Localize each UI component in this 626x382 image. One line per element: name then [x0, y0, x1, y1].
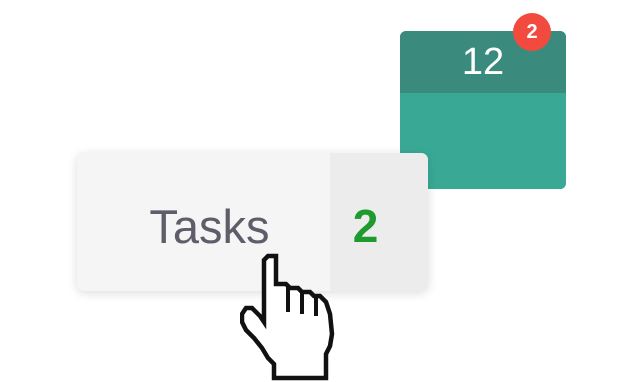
tasks-label: Tasks [149, 199, 270, 253]
tasks-count: 2 [352, 199, 379, 252]
hand-pointer-icon [240, 253, 335, 381]
calendar-date-label: 12 [461, 40, 505, 83]
notification-badge: 2 [513, 13, 551, 51]
notification-count: 2 [526, 20, 538, 43]
